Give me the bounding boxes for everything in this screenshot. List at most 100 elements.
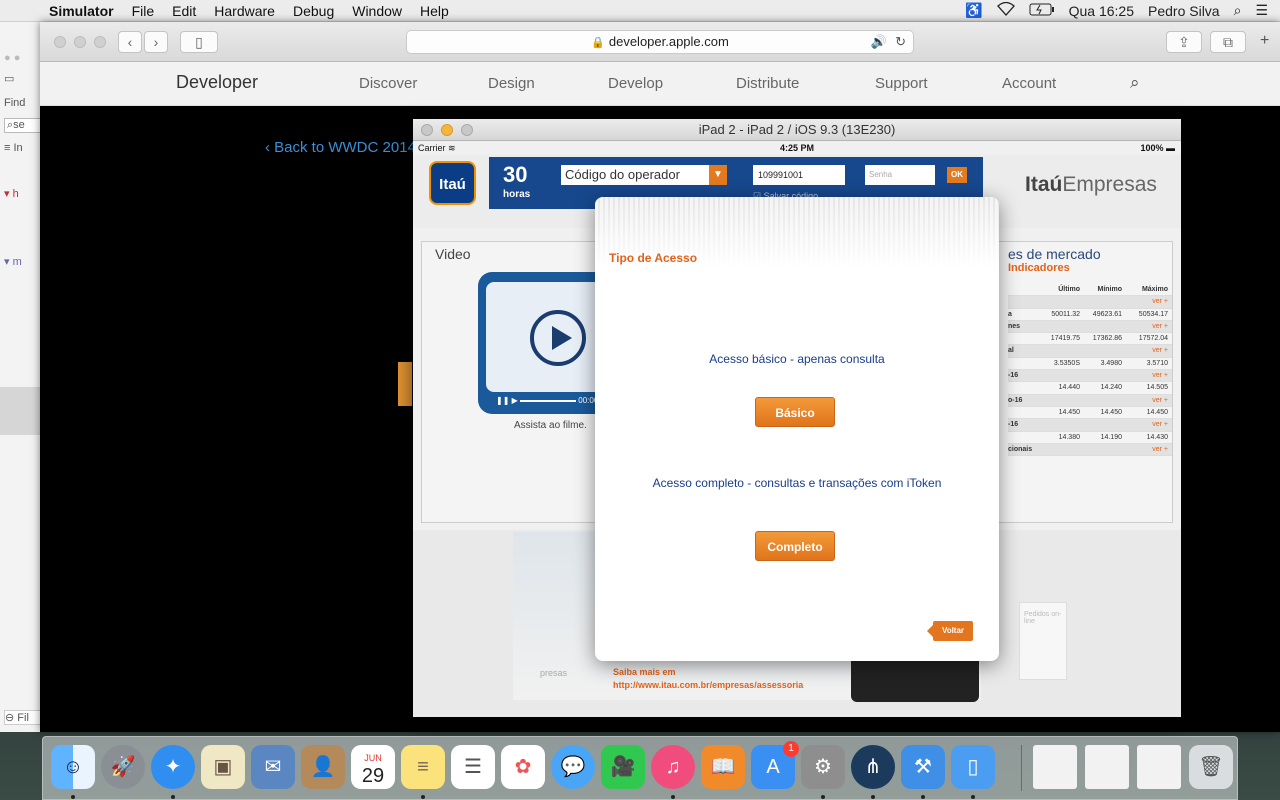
reload-icon[interactable]: ↻ [895,31,906,53]
find-search-field[interactable]: ⌕se [4,118,44,133]
back-button[interactable]: ‹ [118,31,142,53]
safari-icon[interactable]: ✦ [151,745,195,789]
nav-discover[interactable]: Discover [359,75,417,92]
preview-icon[interactable]: ▣ [201,745,245,789]
table-row: 14.440 14.240 14.505 [1008,382,1172,395]
table-row: 3.5350S 3.4980 3.5710 [1008,358,1172,371]
table-row[interactable]: ver + [1008,296,1172,309]
table-row[interactable]: -16 ver + [1008,370,1172,383]
video-controls[interactable]: ❚❚ ▶ 00:00 [496,396,598,405]
finder-icon[interactable]: ☺ [51,745,95,789]
basic-access-button[interactable]: Básico [755,397,835,427]
calendar-icon[interactable]: JUN 29 [351,745,395,789]
itau-logo[interactable]: Itaú [429,161,476,205]
itunes-icon[interactable]: ♫ [651,745,695,789]
sim-minimize-button[interactable] [441,124,453,136]
menu-window[interactable]: Window [343,3,411,19]
table-row: 14.450 14.450 14.450 [1008,407,1172,420]
table-row[interactable]: o-16 ver + [1008,394,1172,407]
nav-develop[interactable]: Develop [608,75,663,92]
developer-logo[interactable]: Developer [170,72,258,94]
spotlight-search-icon[interactable]: ⌕ [1234,2,1242,19]
implementation-file-icon[interactable]: ▾ m [4,255,22,268]
table-row[interactable]: cionais ver + [1008,443,1172,457]
access-type-dialog: Tipo de Acesso Acesso básico - apenas co… [595,197,999,661]
filter-field[interactable]: ⊖ Fil [4,710,44,725]
running-indicator [821,795,825,799]
contacts-icon[interactable]: 👤 [301,745,345,789]
window-zoom-button[interactable] [94,36,106,48]
table-row[interactable]: -16 ver + [1008,419,1172,432]
menu-edit[interactable]: Edit [163,3,205,19]
list-icon[interactable]: ≡ In [4,142,23,154]
nav-distribute[interactable]: Distribute [736,75,799,92]
notes-icon[interactable]: ≡ [401,745,445,789]
table-row: 17419.75 17362.86 17572.04 [1008,333,1172,346]
audio-playing-icon[interactable]: 🔊 [871,31,887,53]
menu-help[interactable]: Help [411,3,458,19]
show-tabs-button[interactable]: ⧉ [1210,31,1246,53]
window-close-button[interactable] [54,36,66,48]
operator-select-label: Código do operador [565,167,680,182]
accessibility-icon[interactable]: ♿ [965,2,982,19]
page-side-tab[interactable] [398,362,412,406]
ibooks-icon[interactable]: 📖 [701,745,745,789]
running-indicator [671,795,675,799]
wifi-icon[interactable] [996,1,1015,19]
messages-icon[interactable]: 💬 [551,745,595,789]
search-icon[interactable]: ⌕ [1130,73,1140,93]
promo-empresas-text: presas [540,668,568,678]
window-minimize-button[interactable] [74,36,86,48]
full-access-button[interactable]: Completo [755,531,835,561]
play-icon[interactable] [530,310,586,366]
photos-icon[interactable]: ✿ [501,745,545,789]
sim-zoom-button[interactable] [461,124,473,136]
notification-center-icon[interactable]: ☰ [1255,2,1268,19]
running-indicator [421,795,425,799]
menu-debug[interactable]: Debug [284,3,343,19]
sim-close-button[interactable] [421,124,433,136]
app-store-icon[interactable]: A1 [751,741,799,789]
nav-design[interactable]: Design [488,75,535,92]
sourcetree-icon[interactable]: ⋔ [851,745,895,789]
launchpad-icon[interactable]: 🚀 [101,745,145,789]
window-thumbnail-icon[interactable] [1137,745,1181,789]
menu-user[interactable]: Pedro Silva [1148,3,1220,19]
simulator-window: iPad 2 - iPad 2 / iOS 9.3 (13E230) Carri… [413,119,1181,717]
promo-link[interactable]: Saiba mais em http://www.itau.com.br/empr… [613,666,803,692]
new-tab-icon[interactable]: + [1260,32,1269,50]
system-preferences-icon[interactable]: ⚙ [801,745,845,789]
forward-button[interactable]: › [144,31,168,53]
market-table-header: Último Mínimo Máximo [1008,284,1172,297]
window-thumbnail-icon[interactable] [1033,745,1077,789]
dock: ☺ 🚀 ✦ ▣ ✉ 👤 JUN 29 ≡ ☰ ✿ 💬 🎥 ♫ 📖 A1 ⚙ ⋔ ⚒… [42,736,1238,800]
nav-account[interactable]: Account [1002,75,1056,92]
operator-select[interactable]: Código do operador ▼ [561,165,727,185]
folder-icon[interactable]: ▭ [4,72,14,85]
share-button[interactable]: ⇪ [1166,31,1202,53]
back-button[interactable]: Voltar [927,621,973,641]
password-input[interactable]: Senha [865,165,935,185]
sidebar-toggle-button[interactable]: ▯ [180,31,218,53]
address-bar[interactable]: 🔒 developer.apple.com 🔊 ↻ [406,30,914,54]
header-file-icon[interactable]: ▾ h [4,187,19,200]
shopping-bag-image: Pedidos on-line [1019,602,1067,680]
table-row[interactable]: al ver + [1008,345,1172,358]
reminders-icon[interactable]: ☰ [451,745,495,789]
simulator-icon[interactable]: ▯ [951,745,995,789]
menu-file[interactable]: File [123,3,164,19]
ok-button[interactable]: OK [947,167,967,183]
window-thumbnail-icon[interactable] [1085,745,1129,789]
back-to-wwdc-link[interactable]: ‹ Back to WWDC 2014 [265,139,416,156]
battery-icon[interactable] [1029,3,1055,19]
xcode-icon[interactable]: ⚒ [901,745,945,789]
nav-support[interactable]: Support [875,75,928,92]
trash-icon[interactable]: 🗑 [1189,745,1233,789]
mail-icon[interactable]: ✉ [251,745,295,789]
menu-hardware[interactable]: Hardware [205,3,284,19]
menu-clock[interactable]: Qua 16:25 [1069,3,1134,19]
menu-app-simulator[interactable]: Simulator [40,3,123,19]
facetime-icon[interactable]: 🎥 [601,745,645,789]
operator-code-input[interactable]: 109991001 [753,165,845,185]
table-row[interactable]: nes ver + [1008,320,1172,334]
